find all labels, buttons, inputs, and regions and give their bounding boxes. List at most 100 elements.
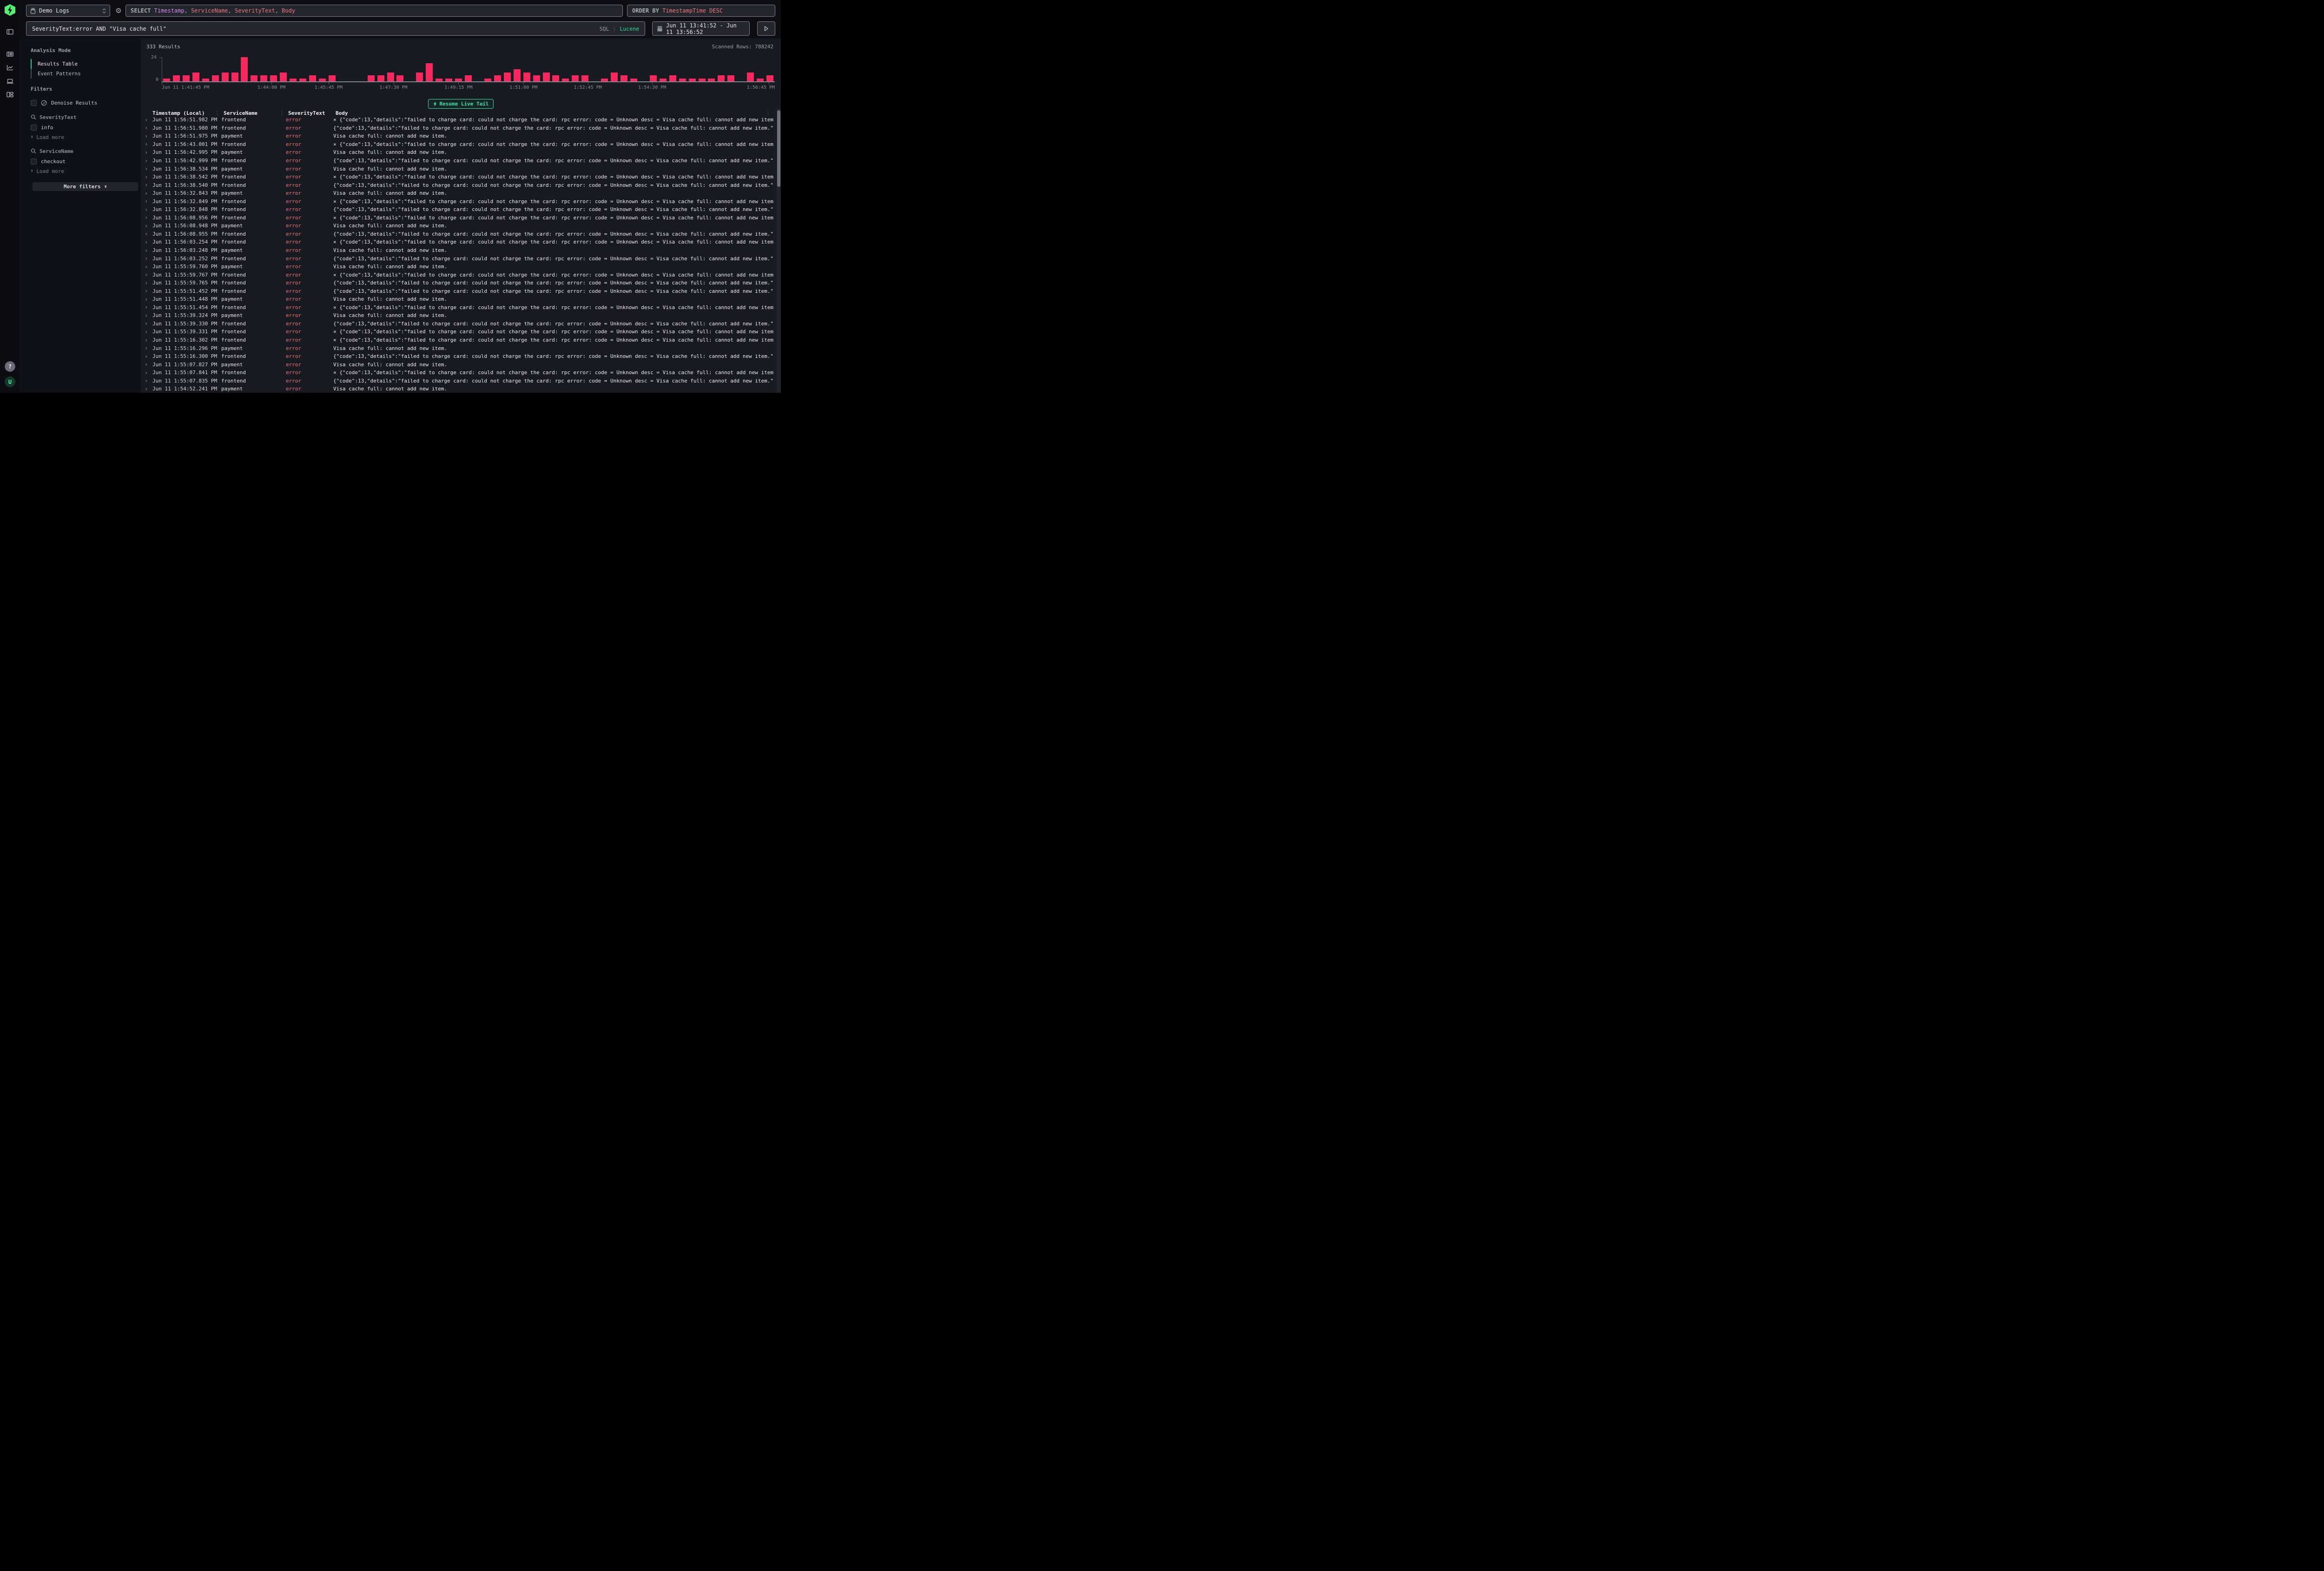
log-row[interactable]: ›Jun 11 1:55:07.827 PMpaymenterrorVisa c… — [141, 360, 774, 369]
filter-group-severitytext[interactable]: SeverityText — [31, 112, 141, 122]
row-expand-chevron[interactable]: › — [145, 361, 152, 368]
row-expand-chevron[interactable]: › — [145, 386, 152, 392]
log-row[interactable]: ›Jun 11 1:56:38.542 PMfrontenderror× {"c… — [141, 173, 774, 181]
column-resize-handle[interactable]: ⋮ — [215, 110, 220, 116]
log-row[interactable]: ›Jun 11 1:56:08.948 PMpaymenterrorVisa c… — [141, 222, 774, 230]
row-expand-chevron[interactable]: › — [145, 158, 152, 164]
log-row[interactable]: ›Jun 11 1:56:03.248 PMpaymenterrorVisa c… — [141, 246, 774, 255]
row-expand-chevron[interactable]: › — [145, 214, 152, 221]
row-expand-chevron[interactable]: › — [145, 312, 152, 319]
denoise-checkbox[interactable] — [31, 100, 37, 106]
log-row[interactable]: ›Jun 11 1:55:51.448 PMpaymenterrorVisa c… — [141, 295, 774, 304]
denoise-results-filter[interactable]: Denoise Results — [31, 98, 141, 108]
log-row[interactable]: ›Jun 11 1:56:32.849 PMfrontenderror× {"c… — [141, 197, 774, 205]
row-expand-chevron[interactable]: › — [145, 345, 152, 351]
row-expand-chevron[interactable]: › — [145, 117, 152, 123]
log-row[interactable]: ›Jun 11 1:55:39.331 PMfrontenderror× {"c… — [141, 328, 774, 336]
row-expand-chevron[interactable]: › — [145, 190, 152, 197]
log-row[interactable]: ›Jun 11 1:56:51.975 PMpaymenterrorVisa c… — [141, 132, 774, 140]
row-expand-chevron[interactable]: › — [145, 271, 152, 278]
mode-results-table[interactable]: Results Table — [31, 59, 141, 69]
run-query-button[interactable] — [757, 21, 775, 36]
row-expand-chevron[interactable]: › — [145, 223, 152, 229]
log-row[interactable]: ›Jun 11 1:55:16.302 PMfrontenderror× {"c… — [141, 336, 774, 344]
log-row[interactable]: ›Jun 11 1:56:42.999 PMfrontenderror{"cod… — [141, 157, 774, 165]
log-row[interactable]: ›Jun 11 1:56:42.995 PMpaymenterrorVisa c… — [141, 148, 774, 157]
log-row[interactable]: ›Jun 11 1:56:43.001 PMfrontenderror× {"c… — [141, 140, 774, 149]
row-expand-chevron[interactable]: › — [145, 288, 152, 294]
table-scrollbar[interactable] — [777, 108, 781, 393]
log-row[interactable]: ›Jun 11 1:55:51.454 PMfrontenderror× {"c… — [141, 304, 774, 312]
log-row[interactable]: ›Jun 11 1:55:07.841 PMfrontenderror× {"c… — [141, 369, 774, 377]
lucene-toggle[interactable]: Lucene — [620, 26, 639, 32]
log-row[interactable]: ›Jun 11 1:56:32.848 PMfrontenderror{"cod… — [141, 205, 774, 214]
log-row[interactable]: ›Jun 11 1:55:59.765 PMfrontenderror{"cod… — [141, 279, 774, 287]
search-query-input[interactable]: SeverityText:error AND "Visa cache full"… — [26, 21, 645, 36]
log-row[interactable]: ›Jun 11 1:56:32.843 PMpaymenterrorVisa c… — [141, 189, 774, 198]
row-expand-chevron[interactable]: › — [145, 174, 152, 180]
log-row[interactable]: ›Jun 11 1:56:03.254 PMfrontenderror× {"c… — [141, 238, 774, 246]
log-row[interactable]: ›Jun 11 1:56:03.252 PMfrontenderror{"cod… — [141, 254, 774, 263]
col-header-servicename[interactable]: ⋮ServiceName — [221, 110, 286, 116]
log-row[interactable]: ›Jun 11 1:55:39.324 PMpaymenterrorVisa c… — [141, 311, 774, 320]
log-row[interactable]: ›Jun 11 1:56:51.982 PMfrontenderror× {"c… — [141, 116, 774, 124]
row-expand-chevron[interactable]: › — [145, 141, 152, 147]
row-expand-chevron[interactable]: › — [145, 296, 152, 303]
line-chart-icon[interactable] — [7, 64, 13, 71]
order-by-input[interactable]: ORDER BY TimestampTime DESC — [627, 5, 775, 17]
logs-icon[interactable] — [7, 51, 13, 58]
col-header-body[interactable]: ⋮Body — [333, 110, 774, 116]
log-row[interactable]: ›Jun 11 1:56:38.534 PMpaymenterrorVisa c… — [141, 165, 774, 173]
log-row[interactable]: ›Jun 11 1:55:16.300 PMfrontenderror{"cod… — [141, 352, 774, 361]
row-expand-chevron[interactable]: › — [145, 370, 152, 376]
user-avatar[interactable]: U — [5, 376, 15, 387]
more-filters-button[interactable]: More filters ∨ — [33, 182, 138, 191]
filter-group-servicename[interactable]: ServiceName — [31, 146, 141, 156]
col-header-timestamp[interactable]: Timestamp (Local) — [152, 110, 221, 116]
log-row[interactable]: ›Jun 11 1:55:59.767 PMfrontenderror× {"c… — [141, 271, 774, 279]
log-row[interactable]: ›Jun 11 1:54:52.241 PMpaymenterrorVisa c… — [141, 385, 774, 393]
row-expand-chevron[interactable]: › — [145, 304, 152, 310]
log-row[interactable]: ›Jun 11 1:55:59.760 PMpaymenterrorVisa c… — [141, 263, 774, 271]
row-expand-chevron[interactable]: › — [145, 255, 152, 262]
query-language-toggle[interactable]: SQL | Lucene — [600, 26, 639, 32]
log-row[interactable]: ›Jun 11 1:56:51.980 PMfrontenderror{"cod… — [141, 124, 774, 132]
row-expand-chevron[interactable]: › — [145, 206, 152, 213]
row-expand-chevron[interactable]: › — [145, 329, 152, 335]
row-expand-chevron[interactable]: › — [145, 125, 152, 131]
app-logo-icon[interactable] — [5, 4, 15, 16]
log-row[interactable]: ›Jun 11 1:56:08.956 PMfrontenderror× {"c… — [141, 214, 774, 222]
row-expand-chevron[interactable]: › — [145, 133, 152, 139]
row-expand-chevron[interactable]: › — [145, 165, 152, 172]
column-options-icon[interactable]: ⋮ — [766, 110, 771, 116]
column-resize-handle[interactable]: ⋮ — [279, 110, 284, 116]
laptop-icon[interactable] — [7, 78, 13, 85]
resume-live-tail-button[interactable]: Resume Live Tail — [428, 99, 494, 109]
row-expand-chevron[interactable]: › — [145, 320, 152, 327]
load-more-severitytext[interactable]: ∨ Load more — [31, 132, 141, 142]
log-row[interactable]: ›Jun 11 1:56:08.955 PMfrontenderror{"cod… — [141, 230, 774, 238]
filter-option-info[interactable]: info — [31, 122, 141, 132]
select-columns-input[interactable]: SELECT Timestamp, ServiceName, SeverityT… — [125, 5, 623, 17]
panel-toggle-icon[interactable] — [7, 28, 13, 35]
load-more-servicename[interactable]: ∨ Load more — [31, 166, 141, 176]
row-expand-chevron[interactable]: › — [145, 231, 152, 237]
row-expand-chevron[interactable]: › — [145, 280, 152, 286]
info-checkbox[interactable] — [31, 125, 37, 131]
log-histogram[interactable] — [162, 57, 775, 81]
filter-option-checkout[interactable]: checkout — [31, 156, 141, 166]
help-button[interactable]: ? — [5, 361, 15, 372]
row-expand-chevron[interactable]: › — [145, 337, 152, 343]
row-expand-chevron[interactable]: › — [145, 182, 152, 188]
col-header-severitytext[interactable]: ⋮SeverityText — [286, 110, 333, 116]
log-row[interactable]: ›Jun 11 1:55:51.452 PMfrontenderror{"cod… — [141, 287, 774, 295]
row-expand-chevron[interactable]: › — [145, 353, 152, 360]
row-expand-chevron[interactable]: › — [145, 149, 152, 156]
checkout-checkbox[interactable] — [31, 158, 37, 165]
log-row[interactable]: ›Jun 11 1:55:16.296 PMpaymenterrorVisa c… — [141, 344, 774, 352]
log-row[interactable]: ›Jun 11 1:55:07.835 PMfrontenderror{"cod… — [141, 377, 774, 385]
scrollbar-thumb[interactable] — [777, 110, 780, 187]
time-range-picker[interactable]: Jun 11 13:41:52 - Jun 11 13:56:52 — [652, 21, 750, 36]
row-expand-chevron[interactable]: › — [145, 247, 152, 254]
source-settings-gear-icon[interactable]: ⚙ — [112, 5, 125, 17]
